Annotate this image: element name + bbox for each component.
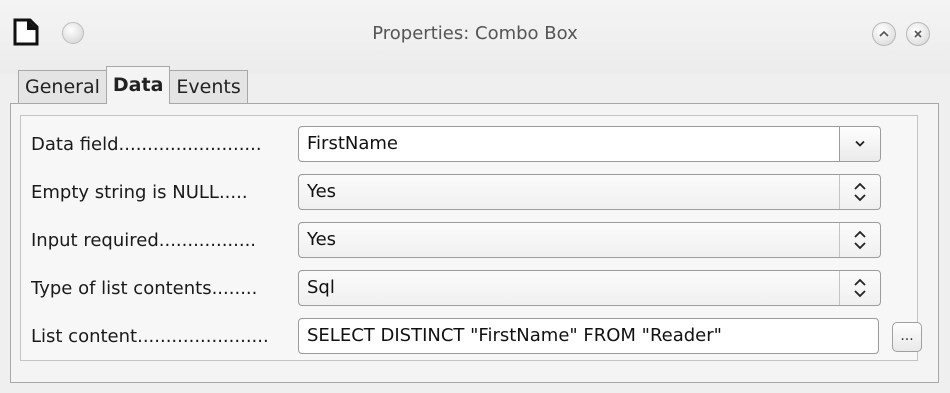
up-down-arrows-icon[interactable] bbox=[839, 175, 880, 209]
window-title: Properties: Combo Box bbox=[372, 23, 578, 44]
list-type-row: Type of list contents........ Sql bbox=[0, 270, 950, 310]
chevron-down-icon bbox=[855, 140, 865, 147]
data-field-row: Data field......................... Firs… bbox=[0, 126, 950, 166]
input-required-label: Input required................. bbox=[31, 230, 257, 251]
maximize-button[interactable] bbox=[872, 22, 896, 46]
tab-general[interactable]: General bbox=[18, 70, 107, 104]
data-field-combobox[interactable]: FirstName bbox=[298, 126, 881, 162]
empty-string-label: Empty string is NULL..... bbox=[31, 182, 248, 203]
list-type-select[interactable]: Sql bbox=[298, 270, 881, 306]
list-content-input[interactable]: SELECT DISTINCT "FirstName" FROM "Reader… bbox=[298, 318, 879, 354]
list-type-value: Sql bbox=[307, 277, 335, 298]
close-icon bbox=[914, 30, 922, 38]
input-required-row: Input required................. Yes bbox=[0, 222, 950, 262]
input-required-value: Yes bbox=[307, 229, 337, 250]
close-button[interactable] bbox=[906, 22, 930, 46]
list-content-label: List content....................... bbox=[31, 326, 269, 347]
data-field-value: FirstName bbox=[307, 133, 398, 154]
tab-data[interactable]: Data bbox=[105, 66, 171, 104]
input-required-select[interactable]: Yes bbox=[298, 222, 881, 258]
tab-events[interactable]: Events bbox=[169, 70, 248, 104]
up-down-arrows-icon[interactable] bbox=[839, 271, 880, 305]
tab-bar: General Data Events bbox=[18, 66, 248, 104]
list-content-row: List content....................... SELE… bbox=[0, 318, 950, 358]
list-content-browse-button[interactable]: ... bbox=[892, 322, 922, 352]
data-field-dropdown-button[interactable] bbox=[839, 127, 880, 161]
list-type-label: Type of list contents........ bbox=[31, 278, 258, 299]
data-field-label: Data field......................... bbox=[31, 134, 262, 155]
empty-string-value: Yes bbox=[307, 181, 337, 202]
empty-string-row: Empty string is NULL..... Yes bbox=[0, 174, 950, 214]
empty-string-select[interactable]: Yes bbox=[298, 174, 881, 210]
title-bar: Properties: Combo Box bbox=[0, 0, 950, 74]
up-down-arrows-icon[interactable] bbox=[839, 223, 880, 257]
chevron-up-icon bbox=[879, 30, 889, 37]
